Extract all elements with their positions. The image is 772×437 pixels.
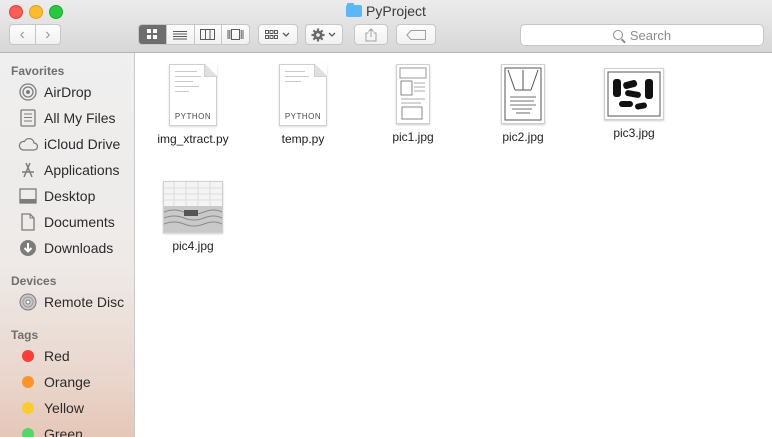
file-item[interactable]: pic3.jpg bbox=[579, 64, 689, 140]
sidebar-item-applications[interactable]: Applications bbox=[18, 160, 120, 180]
arrange-icon bbox=[265, 29, 290, 39]
sidebar-item-documents[interactable]: Documents bbox=[18, 212, 115, 232]
sidebar-item-label: Orange bbox=[44, 374, 91, 390]
airdrop-icon bbox=[18, 83, 38, 101]
sidebar-item-airdrop[interactable]: AirDrop bbox=[18, 82, 91, 102]
orange-dot bbox=[22, 376, 34, 388]
orange-tag-dot-icon bbox=[18, 373, 38, 391]
cloud-icon bbox=[18, 135, 38, 153]
sidebar-item-downloads[interactable]: Downloads bbox=[18, 238, 113, 258]
downloads-icon bbox=[18, 239, 38, 257]
view-mode-buttons bbox=[138, 24, 250, 45]
list-icon bbox=[173, 30, 188, 39]
back-button[interactable]: ‹ bbox=[10, 25, 35, 44]
sidebar-tag-red[interactable]: Red bbox=[18, 346, 70, 366]
image-thumbnail bbox=[396, 64, 430, 124]
sidebar-item-label: Desktop bbox=[44, 188, 96, 204]
green-dot bbox=[22, 428, 34, 437]
documents-icon bbox=[18, 213, 38, 231]
window-title: PyProject bbox=[0, 2, 772, 20]
sidebar-item-label: Red bbox=[44, 348, 70, 364]
list-view-button[interactable] bbox=[165, 25, 194, 44]
cover-flow-button[interactable] bbox=[221, 25, 249, 44]
file-item[interactable]: pic4.jpg bbox=[138, 179, 248, 253]
disc-icon bbox=[18, 293, 38, 311]
red-dot bbox=[22, 350, 34, 362]
finder-window: PyProject ‹ › Search Favorites AirDrop A… bbox=[0, 0, 772, 437]
file-name: temp.py bbox=[281, 132, 325, 146]
sidebar-item-remote-disc[interactable]: Remote Disc bbox=[18, 292, 124, 312]
search-placeholder: Search bbox=[629, 27, 672, 43]
green-tag-dot-icon bbox=[18, 425, 38, 437]
file-name: pic1.jpg bbox=[392, 130, 434, 144]
sidebar-item-label: iCloud Drive bbox=[44, 136, 121, 152]
sidebar-item-icloud-drive[interactable]: iCloud Drive bbox=[18, 134, 120, 154]
sidebar-tag-yellow[interactable]: Yellow bbox=[18, 398, 84, 418]
share-icon bbox=[365, 27, 377, 41]
action-button[interactable] bbox=[305, 24, 343, 45]
sidebar: Favorites AirDrop All My Files iCloud Dr… bbox=[0, 53, 135, 437]
grid-icon bbox=[146, 29, 157, 39]
yellow-tag-dot-icon bbox=[18, 399, 38, 417]
image-thumbnail bbox=[501, 64, 545, 124]
tag-icon bbox=[406, 29, 426, 40]
red-tag-dot-icon bbox=[18, 347, 38, 365]
search-field[interactable]: Search bbox=[520, 24, 764, 46]
file-item[interactable]: pic1.jpg bbox=[358, 64, 468, 144]
sidebar-item-label: Remote Disc bbox=[44, 294, 125, 310]
toolbar: PyProject ‹ › Search bbox=[0, 0, 772, 53]
file-item[interactable]: pic2.jpg bbox=[468, 64, 578, 144]
cover-flow-icon bbox=[227, 29, 244, 40]
share-button[interactable] bbox=[354, 24, 388, 45]
sidebar-item-label: All My Files bbox=[44, 110, 116, 126]
folder-icon bbox=[346, 3, 363, 17]
applications-icon bbox=[18, 161, 38, 179]
image-thumbnail bbox=[604, 68, 664, 120]
icon-view-button[interactable] bbox=[139, 25, 166, 44]
file-badge: PYTHON bbox=[174, 112, 212, 121]
arrange-button[interactable] bbox=[258, 24, 298, 45]
file-badge: PYTHON bbox=[284, 112, 322, 121]
file-grid: PYTHON img_xtract.py PYTHON temp.py pic1… bbox=[135, 53, 772, 437]
search-icon bbox=[612, 30, 623, 40]
all-my-files-icon bbox=[18, 109, 38, 127]
window-title-text: PyProject bbox=[366, 3, 426, 19]
nav-buttons: ‹ › bbox=[9, 24, 61, 45]
tags-header: Tags bbox=[11, 328, 39, 342]
columns-icon bbox=[200, 29, 216, 40]
file-name: pic2.jpg bbox=[502, 130, 544, 144]
sidebar-item-label: Documents bbox=[44, 214, 115, 230]
forward-button[interactable]: › bbox=[34, 25, 61, 44]
file-name: img_xtract.py bbox=[157, 132, 229, 146]
sidebar-tag-orange[interactable]: Orange bbox=[18, 372, 91, 392]
file-name: pic3.jpg bbox=[613, 126, 655, 140]
file-item[interactable]: PYTHON img_xtract.py bbox=[138, 64, 248, 146]
sidebar-item-label: Downloads bbox=[44, 240, 114, 256]
sidebar-item-label: AirDrop bbox=[44, 84, 92, 100]
sidebar-item-label: Applications bbox=[44, 162, 120, 178]
gear-icon bbox=[311, 28, 336, 41]
column-view-button[interactable] bbox=[193, 25, 222, 44]
desktop-icon bbox=[18, 187, 38, 205]
image-thumbnail bbox=[163, 181, 223, 233]
yellow-dot bbox=[22, 402, 34, 414]
python-file-icon: PYTHON bbox=[279, 64, 327, 126]
sidebar-item-label: Yellow bbox=[44, 400, 84, 416]
file-name: pic4.jpg bbox=[172, 239, 214, 253]
edit-tags-button[interactable] bbox=[396, 24, 436, 45]
sidebar-tag-green[interactable]: Green bbox=[18, 424, 83, 437]
devices-header: Devices bbox=[11, 274, 57, 288]
sidebar-item-desktop[interactable]: Desktop bbox=[18, 186, 95, 206]
file-item[interactable]: PYTHON temp.py bbox=[248, 64, 358, 146]
favorites-header: Favorites bbox=[11, 64, 65, 78]
sidebar-item-label: Green bbox=[44, 426, 83, 437]
sidebar-item-all-my-files[interactable]: All My Files bbox=[18, 108, 116, 128]
python-file-icon: PYTHON bbox=[169, 64, 217, 126]
